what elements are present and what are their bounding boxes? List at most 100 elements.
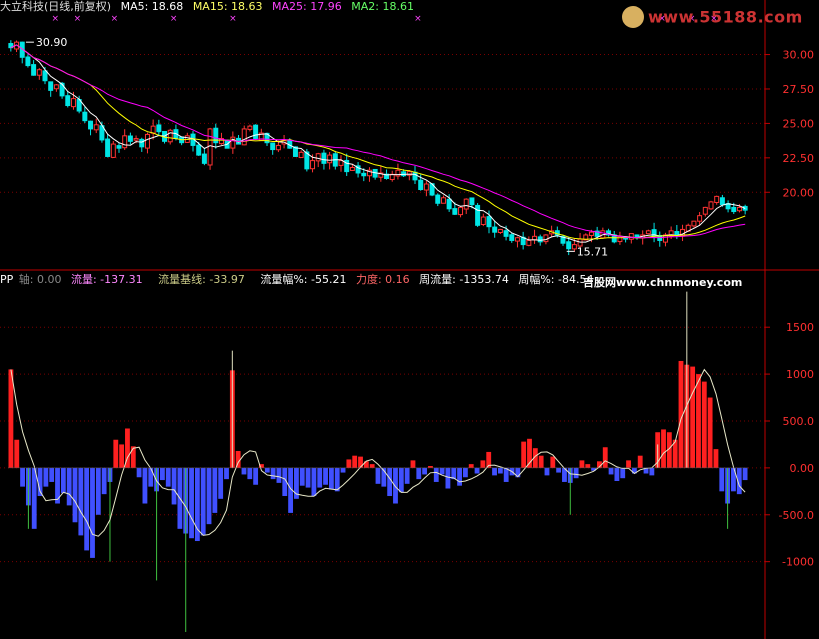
flow-bar <box>550 456 556 468</box>
flow-bar <box>84 467 90 551</box>
candlestick-series: 30.90 15.71 <box>8 36 748 258</box>
flow-tick-label: 0.00 <box>790 462 815 475</box>
flow-bar <box>422 467 428 475</box>
candle-body <box>526 239 532 246</box>
flow-bar <box>119 444 125 468</box>
candle-body <box>88 120 94 130</box>
candle-body <box>275 144 281 151</box>
candle-body <box>435 194 441 204</box>
flow-bar <box>95 467 101 515</box>
candle-body <box>395 169 401 177</box>
flow-bar <box>328 467 334 490</box>
price-and-flow-chart[interactable]: 30.90 15.71 30.00 27.50 25.00 22.50 20.00 1500… <box>0 0 819 639</box>
flow-bar <box>60 467 66 494</box>
candle-body <box>714 195 720 203</box>
flow-bar <box>20 467 25 487</box>
site-watermark: 吉股网www.chnmoney.com <box>583 276 743 289</box>
week-flow-value: 周流量: -1353.74 <box>419 273 509 286</box>
candle-body <box>298 151 304 159</box>
candle-body <box>122 135 128 149</box>
flow-bar <box>264 467 270 473</box>
flow-bar <box>398 467 404 493</box>
candle-body <box>475 204 481 226</box>
flow-bar <box>428 466 433 468</box>
flow-bar <box>136 467 142 478</box>
flow-bar <box>224 467 229 480</box>
candle-body <box>588 231 594 236</box>
flow-bar <box>387 467 393 497</box>
flow-bar <box>649 467 655 476</box>
candle-body <box>247 125 253 130</box>
flow-bar <box>142 467 148 504</box>
candle-body <box>537 236 543 243</box>
moving-average-lines <box>10 44 746 243</box>
candle-body <box>566 241 572 250</box>
flow-bar <box>165 467 171 487</box>
candle-body <box>469 197 475 206</box>
flow-bar <box>497 467 503 474</box>
candle-body <box>691 220 697 227</box>
candle-body <box>702 206 708 215</box>
flow-bar <box>637 455 643 468</box>
candle-body <box>736 206 742 212</box>
candle-body <box>423 183 429 191</box>
candle-body <box>93 124 99 131</box>
ma15-label: MA15: 18.63 <box>192 0 263 13</box>
extreme-label: 15.71 <box>577 245 609 258</box>
flow-bar <box>480 460 486 468</box>
candle-body <box>401 171 407 177</box>
candle-body <box>327 154 333 164</box>
flow-bar <box>305 467 311 488</box>
flow-bar <box>212 467 218 513</box>
flow-bar <box>719 467 725 492</box>
candle-body <box>349 166 355 171</box>
flow-bar <box>90 467 95 558</box>
price-tick-label: 20.00 <box>783 186 815 199</box>
flow-bar <box>369 464 375 468</box>
indicator-name: PP <box>0 273 14 286</box>
candle-body <box>719 197 725 206</box>
candle-body <box>321 152 327 164</box>
candle-body <box>617 235 623 243</box>
candle-body <box>418 179 424 191</box>
top-cross-markers: × × × × × × × × × <box>51 14 717 24</box>
candle-body <box>36 69 42 76</box>
candle-body <box>532 235 538 241</box>
flow-bar <box>620 467 626 479</box>
flow-bar <box>410 460 416 468</box>
ma2-label: MA2: 18.61 <box>351 0 414 13</box>
flow-bar <box>462 467 468 478</box>
candle-body <box>127 135 133 142</box>
flow-bar <box>352 455 358 468</box>
flow-bar <box>200 467 206 536</box>
flow-bar <box>270 467 276 480</box>
flow-tick-label: 1000 <box>786 368 814 381</box>
candle-body <box>514 237 520 242</box>
candle-body <box>105 138 111 157</box>
flow-bar <box>55 467 60 504</box>
flow-bar <box>544 467 550 476</box>
candle-body <box>110 143 116 158</box>
stock-name: 大立科技(日线,前复权) <box>0 0 112 13</box>
flow-bar <box>457 467 462 486</box>
candle-body <box>156 124 162 133</box>
flow-bar-series <box>8 291 748 632</box>
candle-body <box>139 138 145 148</box>
flow-bar <box>707 397 713 468</box>
flow-tick-label: 1500 <box>786 321 814 334</box>
candle-body <box>196 144 202 156</box>
flow-bar <box>206 467 212 525</box>
cross-marker-icon: × <box>414 14 422 24</box>
flow-bar <box>626 460 631 468</box>
flow-bar <box>614 467 620 482</box>
flow-bar <box>661 429 666 468</box>
candle-body <box>133 138 139 141</box>
flow-bar <box>66 467 72 506</box>
price-tick-label: 27.50 <box>783 83 815 96</box>
candle-body <box>486 216 492 228</box>
candle-body <box>440 197 446 204</box>
candle-body <box>25 56 31 67</box>
force-value: 力度: 0.16 <box>355 273 410 286</box>
extreme-label: 30.90 <box>36 36 68 49</box>
price-tick-label: 30.00 <box>783 49 815 62</box>
